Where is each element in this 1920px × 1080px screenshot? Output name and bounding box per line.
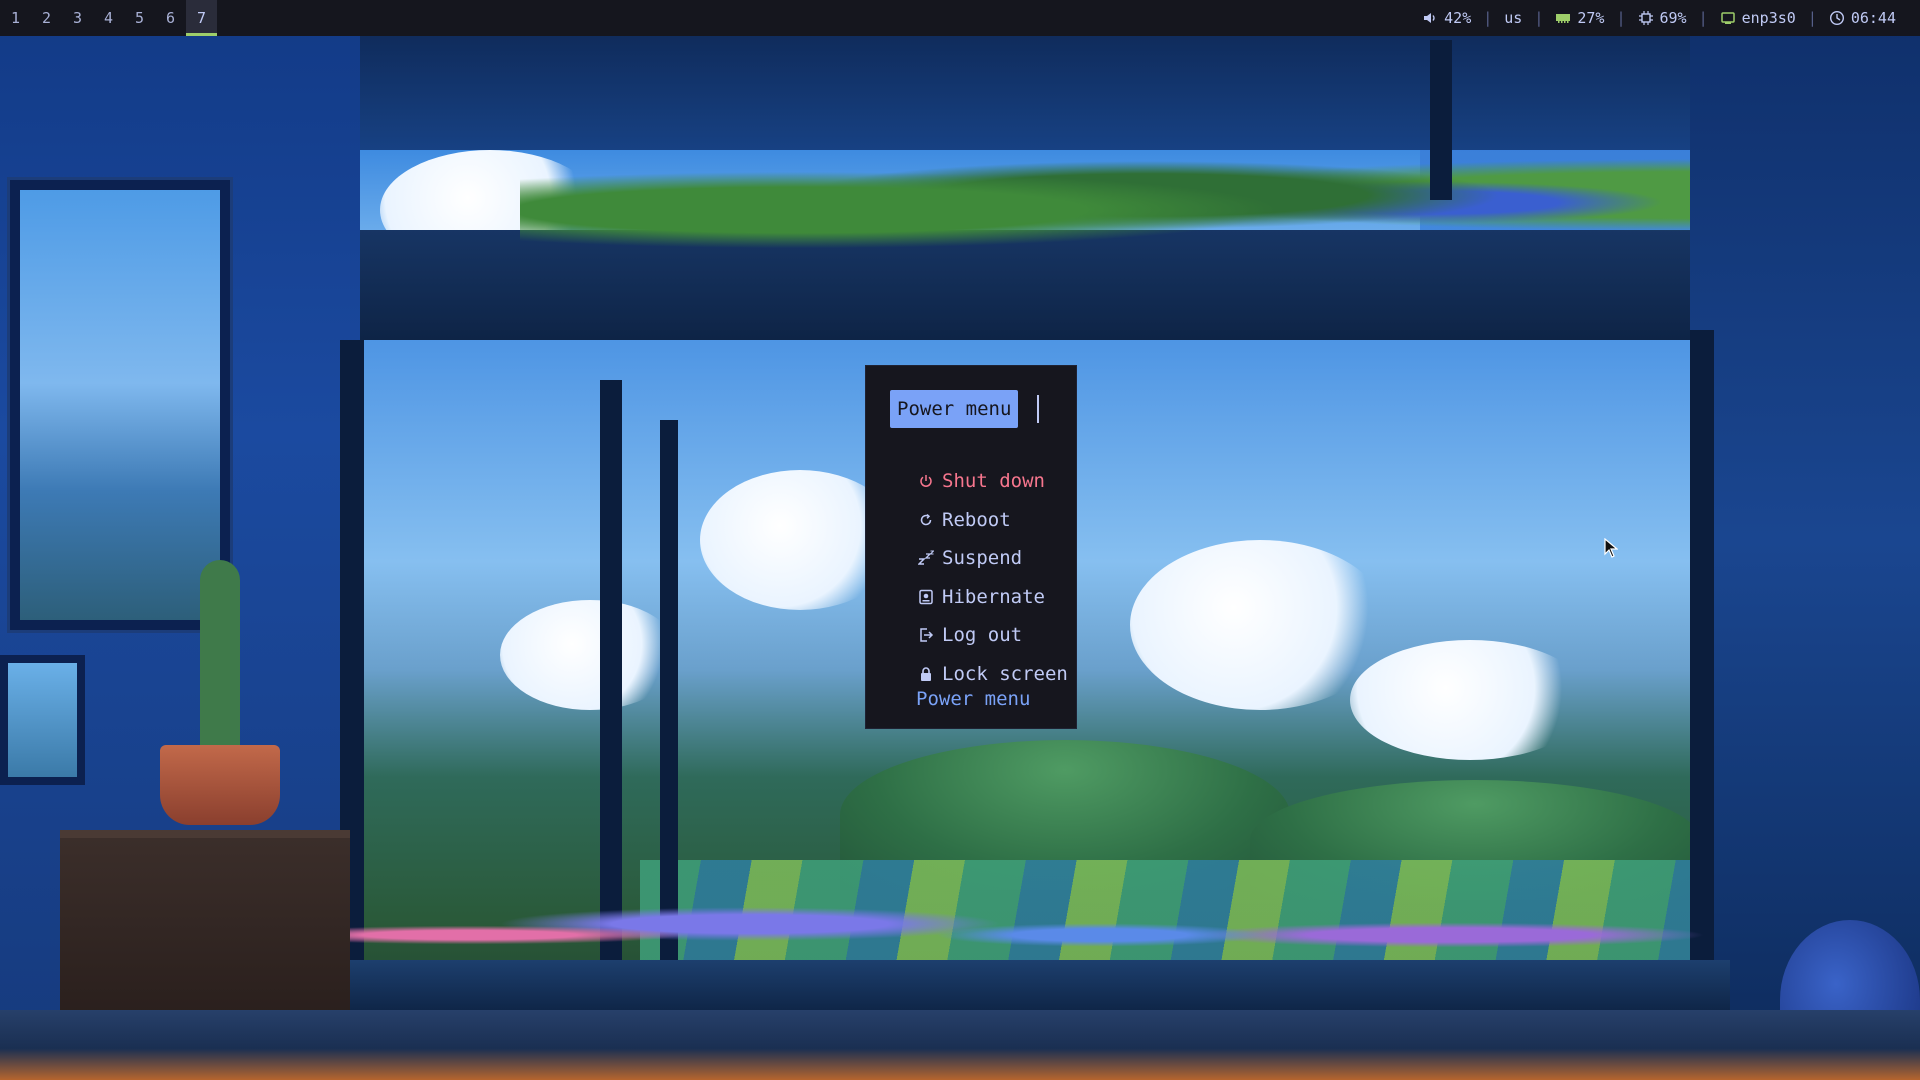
clock-icon bbox=[1829, 10, 1845, 26]
wallpaper-cloud bbox=[500, 600, 680, 710]
memory-module[interactable]: 27% bbox=[1555, 9, 1604, 27]
menu-item-reboot[interactable]: Reboot bbox=[918, 505, 1011, 535]
mouse-cursor-icon bbox=[1604, 537, 1619, 558]
wallpaper-window-frame bbox=[660, 420, 678, 960]
cpu-module[interactable]: 69% bbox=[1638, 9, 1687, 27]
keyboard-layout-module[interactable]: us bbox=[1504, 9, 1522, 27]
volume-level: 42% bbox=[1444, 9, 1472, 27]
separator: | bbox=[1483, 9, 1493, 27]
wallpaper-cloud bbox=[1130, 540, 1390, 710]
wallpaper-pot bbox=[160, 745, 280, 825]
network-icon bbox=[1720, 10, 1736, 26]
reboot-icon bbox=[918, 512, 934, 528]
menu-item-label: Suspend bbox=[942, 547, 1023, 569]
sleep-icon bbox=[918, 550, 934, 566]
menu-item-lock-screen[interactable]: Lock screen bbox=[918, 659, 1068, 689]
text-caret[interactable] bbox=[1037, 395, 1040, 423]
prompt-row: Power menu bbox=[890, 390, 1040, 428]
workspace-2[interactable]: 2 bbox=[31, 0, 62, 36]
volume-icon bbox=[1422, 10, 1438, 26]
menu-item-label: Log out bbox=[942, 624, 1023, 646]
separator: | bbox=[1807, 9, 1817, 27]
hibernate-icon bbox=[918, 589, 934, 605]
separator: | bbox=[1534, 9, 1544, 27]
status-area: 42% | us | 27% | 69% | enp3s0 | 06:44 bbox=[1422, 0, 1920, 36]
workspace-1[interactable]: 1 bbox=[0, 0, 31, 36]
clock-time: 06:44 bbox=[1850, 9, 1896, 27]
wallpaper-window-sill bbox=[330, 960, 1730, 1010]
power-icon bbox=[918, 473, 934, 489]
memory-icon bbox=[1555, 10, 1571, 26]
separator: | bbox=[1698, 9, 1708, 27]
workspace-switcher: 1 2 3 4 5 6 7 bbox=[0, 0, 217, 36]
wallpaper-desk bbox=[0, 1010, 1920, 1080]
logout-icon bbox=[918, 627, 934, 643]
menu-prompt: Power menu bbox=[890, 390, 1019, 428]
clock-module[interactable]: 06:44 bbox=[1829, 9, 1896, 27]
workspace-3[interactable]: 3 bbox=[62, 0, 93, 36]
wallpaper-window-frame bbox=[1430, 40, 1452, 200]
volume-module[interactable]: 42% bbox=[1422, 9, 1471, 27]
top-bar: 1 2 3 4 5 6 7 42% | us | 27% | 69% | enp… bbox=[0, 0, 1920, 36]
wallpaper-cloud bbox=[1350, 640, 1590, 760]
menu-item-shut-down[interactable]: Shut down bbox=[918, 466, 1045, 496]
workspace-7[interactable]: 7 bbox=[186, 0, 217, 36]
wallpaper-window-frame bbox=[600, 380, 622, 960]
memory-usage: 27% bbox=[1577, 9, 1605, 27]
workspace-4[interactable]: 4 bbox=[93, 0, 124, 36]
workspace-6[interactable]: 6 bbox=[155, 0, 186, 36]
separator: | bbox=[1616, 9, 1626, 27]
network-module[interactable]: enp3s0 bbox=[1720, 9, 1796, 27]
menu-item-label: Lock screen bbox=[942, 663, 1068, 685]
cpu-icon bbox=[1638, 10, 1654, 26]
menu-item-hibernate[interactable]: Hibernate bbox=[918, 582, 1045, 612]
menu-item-log-out[interactable]: Log out bbox=[918, 620, 1022, 650]
wallpaper-painting-small bbox=[0, 655, 85, 785]
menu-footer: Power menu bbox=[916, 688, 1031, 710]
menu-item-suspend[interactable]: Suspend bbox=[918, 543, 1022, 573]
lock-icon bbox=[918, 666, 934, 682]
menu-item-label: Shut down bbox=[942, 470, 1045, 492]
wallpaper-painting bbox=[10, 180, 230, 630]
wallpaper-window-frame bbox=[1690, 330, 1714, 960]
workspace-5[interactable]: 5 bbox=[124, 0, 155, 36]
menu-item-label: Reboot bbox=[942, 509, 1011, 531]
network-interface: enp3s0 bbox=[1741, 9, 1796, 27]
menu-item-label: Hibernate bbox=[942, 586, 1045, 608]
power-menu: Power menu Shut down Reboot Suspend Hibe… bbox=[866, 366, 1076, 728]
keyboard-layout: us bbox=[1504, 9, 1523, 27]
cpu-usage: 69% bbox=[1659, 9, 1687, 27]
wallpaper-cactus bbox=[200, 560, 240, 760]
